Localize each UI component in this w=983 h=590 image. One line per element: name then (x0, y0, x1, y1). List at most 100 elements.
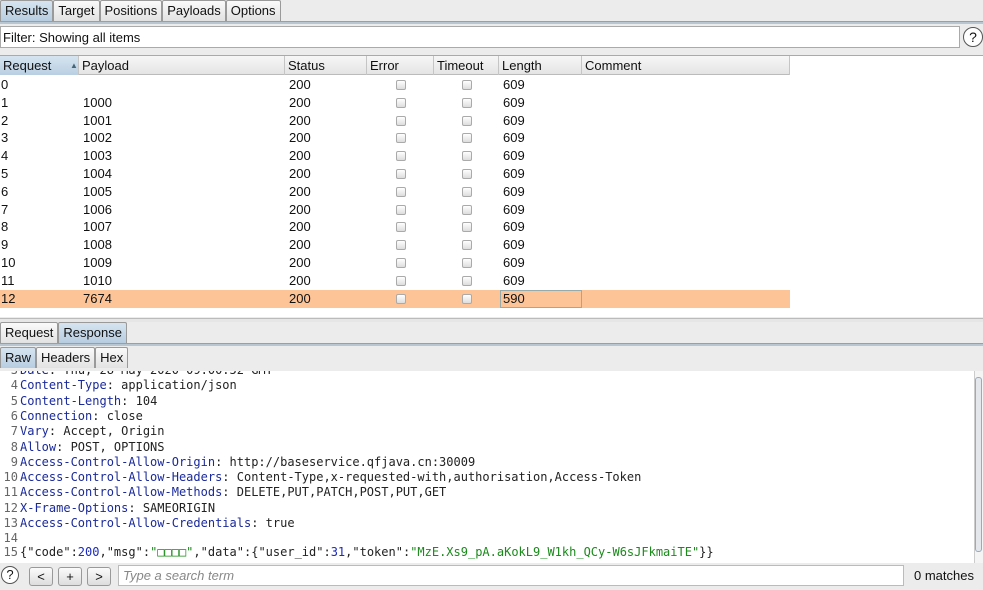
table-row[interactable]: 6 1005 200 609 (0, 183, 790, 201)
help-icon[interactable]: ? (963, 27, 983, 47)
table-row[interactable]: 4 1003 200 609 (0, 147, 790, 165)
tab-hex[interactable]: Hex (95, 347, 129, 368)
filter-bar[interactable]: Filter: Showing all items (0, 26, 960, 48)
timeout-checkbox[interactable] (462, 186, 472, 197)
timeout-checkbox[interactable] (462, 293, 472, 304)
cell-request: 11 (1, 272, 15, 288)
cell-status: 200 (289, 290, 311, 306)
timeout-checkbox[interactable] (462, 97, 472, 108)
timeout-checkbox[interactable] (462, 115, 472, 126)
tab-results[interactable]: Results (0, 0, 54, 21)
results-table: Request ▲ Payload Status Error Timeout Le… (0, 55, 983, 317)
error-checkbox[interactable] (396, 293, 406, 304)
next-match-button[interactable]: > (87, 567, 111, 586)
split-handle[interactable] (0, 318, 983, 322)
tab-payloads[interactable]: Payloads (162, 0, 226, 21)
cell-length: 609 (503, 201, 525, 217)
col-request[interactable]: Request ▲ (0, 56, 79, 75)
tab-request[interactable]: Request (0, 322, 59, 343)
previous-match-button[interactable]: < (29, 567, 53, 586)
error-checkbox[interactable] (396, 222, 406, 233)
cell-length: 609 (503, 237, 525, 253)
view-tabs: Raw Headers Hex (0, 347, 129, 368)
timeout-checkbox[interactable] (462, 258, 472, 268)
timeout-checkbox[interactable] (462, 151, 472, 162)
cell-payload: 1009 (83, 255, 112, 270)
table-row[interactable]: 11 1010 200 609 (0, 272, 790, 290)
timeout-checkbox[interactable] (462, 80, 472, 90)
divider (0, 21, 983, 24)
col-timeout[interactable]: Timeout (434, 56, 499, 75)
timeout-checkbox[interactable] (462, 204, 472, 215)
error-checkbox[interactable] (396, 80, 406, 90)
line-number: 8 (10, 439, 18, 454)
error-checkbox[interactable] (396, 133, 406, 144)
table-row[interactable]: 5 1004 200 609 (0, 165, 790, 183)
table-row[interactable]: 12 7674 200 590 (0, 289, 790, 308)
col-status[interactable]: Status (285, 56, 367, 75)
header-value: 104 (128, 393, 158, 408)
table-row[interactable]: 0 200 609 (0, 76, 790, 94)
tab-headers[interactable]: Headers (36, 347, 96, 368)
cell-payload: 1004 (83, 166, 112, 181)
timeout-checkbox[interactable] (462, 169, 472, 179)
cell-payload: 1002 (83, 130, 112, 146)
add-button[interactable]: + (58, 567, 82, 586)
colon: : (128, 500, 136, 515)
header-value: Content-Type,x-requested-with,authorisat… (229, 470, 642, 485)
sort-asc-icon: ▲ (70, 61, 78, 70)
table-row[interactable]: 1 1000 200 609 (0, 94, 790, 112)
json-string: "□□□□" (150, 545, 194, 559)
message-tabs: Request Response (0, 322, 127, 343)
timeout-checkbox[interactable] (462, 133, 472, 144)
col-payload[interactable]: Payload (79, 56, 285, 75)
scrollbar-thumb[interactable] (975, 377, 982, 552)
timeout-checkbox[interactable] (462, 222, 472, 233)
response-editor[interactable]: 3Date: Thu, 28 May 2020 09:00:52 GMT4Con… (0, 371, 983, 563)
tab-options[interactable]: Options (225, 0, 281, 21)
error-checkbox[interactable] (396, 240, 406, 251)
cell-request: 12 (1, 290, 16, 306)
search-input[interactable]: Type a search term (118, 565, 904, 586)
error-checkbox[interactable] (396, 115, 406, 126)
colon: : (106, 378, 114, 393)
cell-request: 2 (1, 112, 9, 128)
vertical-scrollbar[interactable] (974, 371, 983, 563)
error-checkbox[interactable] (396, 204, 406, 215)
header-value: close (99, 408, 143, 423)
error-checkbox[interactable] (396, 275, 406, 286)
col-error[interactable]: Error (367, 56, 434, 75)
tab-response[interactable]: Response (58, 322, 127, 343)
cell-status: 200 (289, 255, 311, 270)
cell-status: 200 (289, 219, 311, 235)
error-checkbox[interactable] (396, 169, 406, 179)
table-row[interactable]: 9 1008 200 609 (0, 236, 790, 254)
help-icon[interactable]: ? (1, 566, 19, 584)
error-checkbox[interactable] (396, 151, 406, 162)
cell-status: 200 (289, 77, 311, 92)
error-checkbox[interactable] (396, 258, 406, 268)
timeout-checkbox[interactable] (462, 240, 472, 251)
col-length[interactable]: Length (499, 56, 582, 75)
header-value: application/json (113, 378, 237, 393)
cell-payload: 1007 (83, 219, 112, 235)
editor-line: 13 Access-Control-Allow-Credentials: true (0, 516, 295, 531)
tab-raw[interactable]: Raw (0, 347, 37, 368)
cell-length: 609 (503, 166, 525, 181)
cell-length: 609 (503, 130, 525, 146)
table-row[interactable]: 10 1009 200 609 (0, 254, 790, 272)
editor-line: 6 Connection: close (0, 409, 143, 424)
table-row[interactable]: 7 1006 200 609 (0, 201, 790, 219)
line-number: 4 (10, 378, 18, 393)
cell-length: 609 (503, 272, 525, 288)
error-checkbox[interactable] (396, 186, 406, 197)
table-row[interactable]: 2 1001 200 609 (0, 112, 790, 130)
col-comment[interactable]: Comment (582, 56, 790, 75)
tab-positions[interactable]: Positions (99, 0, 163, 21)
json-number: 200 (77, 545, 100, 559)
error-checkbox[interactable] (396, 97, 406, 108)
timeout-checkbox[interactable] (462, 275, 472, 286)
tab-target[interactable]: Target (53, 0, 100, 21)
table-row[interactable]: 8 1007 200 609 (0, 218, 790, 236)
table-row[interactable]: 3 1002 200 609 (0, 129, 790, 147)
